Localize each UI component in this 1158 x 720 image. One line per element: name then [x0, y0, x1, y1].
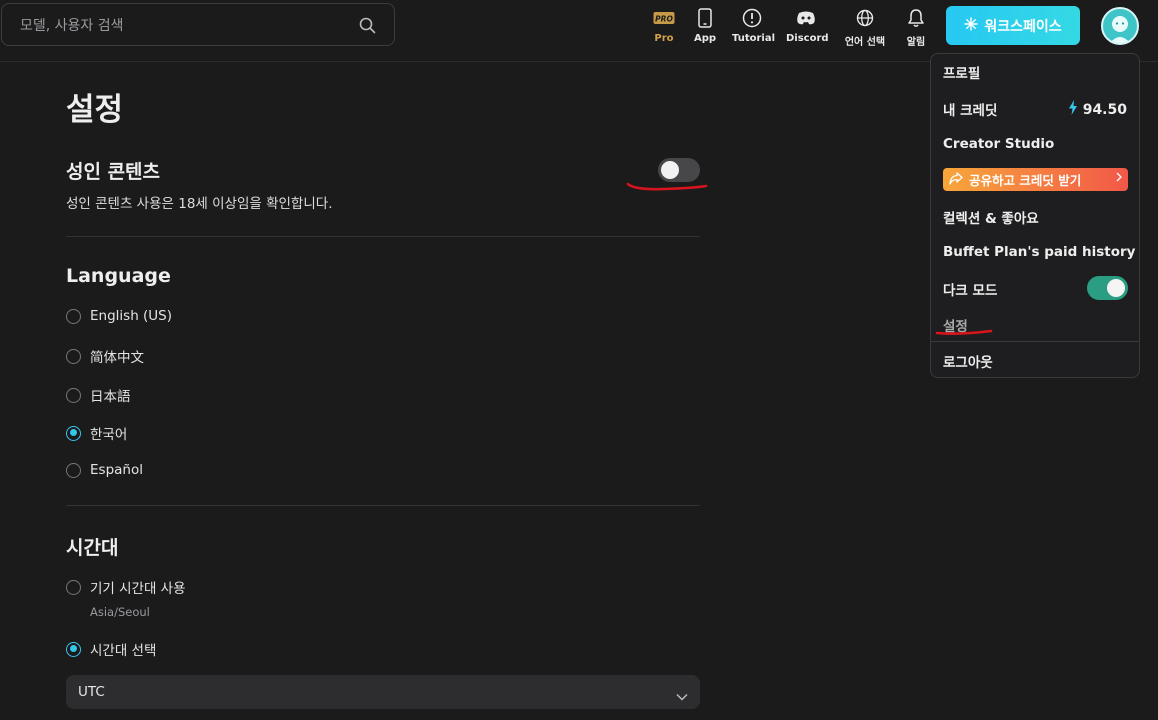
timezone-title: 시간대 — [66, 537, 119, 559]
share-earn-credits-button[interactable]: 공유하고 크레딧 받기 — [943, 168, 1128, 191]
language-option-label: Español — [90, 462, 143, 478]
language-option-label: 日本語 — [90, 389, 131, 405]
search-box[interactable] — [1, 3, 395, 46]
language-title: Language — [66, 265, 171, 287]
menu-logout[interactable]: 로그아웃 — [943, 351, 993, 371]
search-input[interactable] — [18, 14, 342, 38]
workspace-button[interactable]: 워크스페이스 — [946, 6, 1080, 45]
menu-divider — [931, 341, 1139, 342]
nav-pro[interactable]: PRO Pro — [650, 8, 678, 48]
timezone-device-option[interactable]: 기기 시간대 사용 — [66, 577, 186, 597]
search-icon[interactable] — [359, 17, 376, 38]
nav-pro-label: Pro — [654, 33, 674, 44]
chevron-right-icon — [1116, 171, 1122, 186]
radio-button[interactable] — [66, 579, 81, 595]
radio-button-selected[interactable] — [66, 425, 81, 441]
timezone-select-value: UTC — [78, 684, 105, 700]
credits-value: 94.50 — [1082, 101, 1127, 118]
menu-creator-studio[interactable]: Creator Studio — [943, 136, 1054, 152]
nav-language[interactable]: 언어 선택 — [841, 8, 889, 48]
nav-app-label: App — [693, 33, 717, 44]
language-option[interactable]: Español — [66, 462, 143, 478]
pro-badge-icon: PRO — [650, 8, 678, 28]
avatar[interactable] — [1101, 7, 1139, 45]
radio-button[interactable] — [66, 387, 81, 403]
divider — [66, 505, 700, 506]
annotation-underline — [935, 329, 993, 335]
avatar-face-icon — [1110, 16, 1130, 43]
nav-discord[interactable]: Discord — [786, 8, 829, 48]
language-option[interactable]: 한국어 — [66, 423, 127, 443]
annotation-underline — [626, 182, 708, 191]
radio-button[interactable] — [66, 348, 81, 364]
radio-button[interactable] — [66, 308, 81, 324]
menu-dark-mode-label: 다크 모드 — [943, 283, 998, 299]
svg-text:PRO: PRO — [655, 15, 673, 24]
menu-profile[interactable]: 프로필 — [943, 62, 980, 82]
nav-alerts[interactable]: 알림 — [902, 8, 930, 48]
share-icon — [949, 171, 963, 188]
timezone-select-option[interactable]: 시간대 선택 — [66, 639, 156, 659]
timezone-device-label: 기기 시간대 사용 — [90, 581, 186, 597]
menu-collections[interactable]: 컬렉션 & 좋아요 — [943, 207, 1039, 227]
adult-content-description: 성인 콘텐츠 사용은 18세 이상임을 확인합니다. — [66, 196, 333, 212]
page-title: 설정 — [66, 92, 124, 128]
phone-icon — [690, 8, 720, 28]
language-option-label: 한국어 — [90, 427, 128, 443]
credits-display: 94.50 — [1068, 100, 1127, 119]
info-circle-icon — [732, 8, 772, 28]
nav-tutorial[interactable]: Tutorial — [732, 8, 776, 48]
language-option[interactable]: English (US) — [66, 308, 172, 324]
globe-icon — [841, 8, 889, 28]
adult-content-title: 성인 콘텐츠 — [66, 161, 161, 183]
language-option[interactable]: 简体中文 — [66, 346, 144, 366]
radio-button-selected[interactable] — [66, 641, 81, 657]
timezone-select-label: 시간대 선택 — [90, 643, 157, 659]
discord-icon — [786, 8, 826, 28]
language-option[interactable]: 日本語 — [66, 385, 131, 405]
dark-mode-toggle[interactable] — [1087, 276, 1128, 300]
chevron-down-icon — [676, 686, 688, 705]
user-menu: 프로필 내 크레딧 94.50 Creator Studio 공유하고 크레딧 … — [930, 53, 1140, 378]
nav-tutorial-label: Tutorial — [732, 33, 776, 44]
menu-credits-label[interactable]: 내 크레딧 — [943, 99, 997, 119]
radio-button[interactable] — [66, 462, 81, 478]
toggle-knob — [661, 161, 679, 179]
nav-discord-label: Discord — [786, 33, 829, 44]
nav-language-label: 언어 선택 — [844, 37, 886, 48]
timezone-select[interactable]: UTC — [66, 675, 700, 709]
nav-app[interactable]: App — [690, 8, 720, 48]
workspace-label: 워크스페이스 — [984, 18, 1062, 35]
share-button-label: 공유하고 크레딧 받기 — [969, 173, 1082, 188]
nav-alerts-label: 알림 — [906, 37, 926, 48]
language-option-label: English (US) — [90, 308, 173, 324]
bell-icon — [902, 8, 930, 28]
divider — [66, 236, 700, 237]
sparkle-icon — [964, 16, 979, 35]
menu-buffet-history[interactable]: Buffet Plan's paid history — [943, 244, 1135, 260]
lightning-icon — [1068, 100, 1078, 119]
language-option-label: 简体中文 — [90, 350, 144, 366]
device-timezone-value: Asia/Seoul — [90, 605, 150, 619]
toggle-knob — [1107, 279, 1125, 297]
